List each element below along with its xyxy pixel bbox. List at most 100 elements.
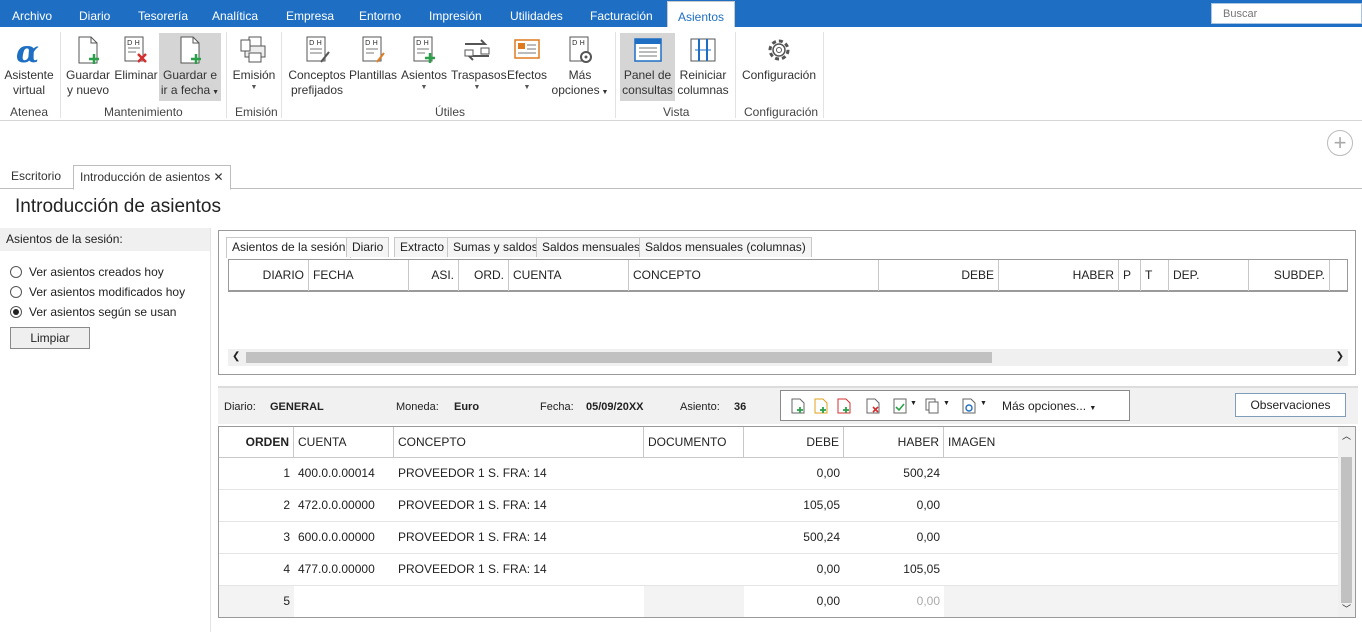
guardar-nuevo-button[interactable]: Guardar y nuevo: [66, 34, 110, 98]
col-debe[interactable]: DEBE: [744, 427, 844, 458]
append-line-icon[interactable]: [837, 398, 851, 414]
search-input[interactable]: [1211, 3, 1362, 24]
cell-documento[interactable]: [644, 458, 744, 490]
horizontal-scrollbar[interactable]: ❮ ❯: [228, 349, 1348, 366]
scrollbar-thumb[interactable]: [246, 352, 992, 363]
col-concepto[interactable]: CONCEPTO: [394, 427, 644, 458]
cell-haber[interactable]: 500,24: [844, 458, 944, 490]
col-diario[interactable]: DIARIO: [229, 260, 309, 291]
col-haber[interactable]: HABER: [999, 260, 1119, 291]
cell-cuenta[interactable]: 477.0.0.00000: [294, 554, 394, 586]
col-haber[interactable]: HABER: [844, 427, 944, 458]
chevron-up-icon[interactable]: ︿: [1342, 429, 1351, 442]
tab-introduccion[interactable]: Introducción de asientos ✕: [73, 165, 231, 190]
col-debe[interactable]: DEBE: [879, 260, 999, 291]
check-lines-icon[interactable]: [893, 398, 907, 414]
table-row-new[interactable]: 5 0,00 0,00: [219, 586, 1340, 617]
conceptos-prefijados-button[interactable]: D H Conceptos prefijados: [287, 34, 347, 98]
reiniciar-columnas-button[interactable]: Reiniciar columnas: [677, 34, 729, 98]
table-row[interactable]: 1 400.0.0.00014 PROVEEDOR 1 S. FRA: 14 0…: [219, 458, 1340, 490]
asientos-button[interactable]: D H Asientos ▼: [400, 34, 448, 92]
menu-tesoreria[interactable]: Tesorería: [138, 0, 188, 27]
table-row[interactable]: 3 600.0.0.00000 PROVEEDOR 1 S. FRA: 14 5…: [219, 522, 1340, 554]
cell-documento[interactable]: [644, 586, 744, 617]
col-t[interactable]: T: [1141, 260, 1169, 291]
close-icon[interactable]: ✕: [213, 170, 223, 184]
subtab-sumas-saldos[interactable]: Sumas y saldos: [447, 237, 544, 257]
cell-documento[interactable]: [644, 490, 744, 522]
col-cuenta[interactable]: CUENTA: [509, 260, 629, 291]
menu-empresa[interactable]: Empresa: [286, 0, 334, 27]
limpiar-button[interactable]: Limpiar: [10, 327, 90, 349]
chevron-right-icon[interactable]: ❯: [1336, 349, 1344, 365]
col-cuenta[interactable]: CUENTA: [294, 427, 394, 458]
radio-circle[interactable]: [10, 286, 22, 298]
radio-creados-hoy[interactable]: Ver asientos creados hoy: [10, 265, 164, 279]
emision-button[interactable]: Emisión ▼: [232, 34, 276, 92]
subtab-asientos-sesion[interactable]: Asientos de la sesión: [226, 237, 352, 258]
subtab-extracto[interactable]: Extracto: [394, 237, 451, 257]
vertical-scrollbar[interactable]: ︿ ﹀: [1338, 427, 1355, 617]
subtab-diario[interactable]: Diario: [346, 237, 390, 257]
radio-circle-selected[interactable]: [10, 306, 22, 318]
col-orden[interactable]: ORDEN: [219, 427, 294, 458]
col-documento[interactable]: DOCUMENTO: [644, 427, 744, 458]
chevron-down-icon[interactable]: ▼: [980, 400, 987, 407]
cell-haber[interactable]: 0,00: [844, 586, 944, 617]
cell-debe[interactable]: 105,05: [744, 490, 844, 522]
cell-cuenta[interactable]: 472.0.0.00000: [294, 490, 394, 522]
menu-archivo[interactable]: Archivo: [12, 0, 52, 27]
col-subdep[interactable]: SUBDEP.: [1249, 260, 1330, 291]
menu-diario[interactable]: Diario: [79, 0, 110, 27]
table-row[interactable]: 4 477.0.0.00000 PROVEEDOR 1 S. FRA: 14 0…: [219, 554, 1340, 586]
asistente-virtual-button[interactable]: α Asistente virtual: [4, 34, 54, 98]
table-row[interactable]: 2 472.0.0.00000 PROVEEDOR 1 S. FRA: 14 1…: [219, 490, 1340, 522]
mas-opciones-button[interactable]: D H Más opciones ▼: [551, 34, 609, 100]
radio-segun-se-usan[interactable]: Ver asientos según se usan: [10, 305, 176, 319]
cell-documento[interactable]: [644, 554, 744, 586]
menu-entorno[interactable]: Entorno: [359, 0, 401, 27]
col-dep[interactable]: DEP.: [1169, 260, 1249, 291]
panel-consultas-button[interactable]: Panel de consultas: [620, 33, 675, 101]
chevron-down-icon[interactable]: ﹀: [1342, 602, 1351, 615]
configuracion-button[interactable]: Configuración: [740, 34, 818, 83]
chevron-left-icon[interactable]: ❮: [232, 349, 240, 365]
radio-modificados-hoy[interactable]: Ver asientos modificados hoy: [10, 285, 185, 299]
cell-concepto[interactable]: PROVEEDOR 1 S. FRA: 14: [394, 522, 644, 554]
cell-debe[interactable]: 0,00: [744, 458, 844, 490]
copy-lines-icon[interactable]: [925, 398, 939, 414]
plantillas-button[interactable]: D H Plantillas: [349, 34, 397, 83]
subtab-saldos-mensuales[interactable]: Saldos mensuales: [536, 237, 647, 257]
add-line-icon[interactable]: [814, 398, 828, 414]
chevron-down-icon[interactable]: ▼: [910, 400, 917, 407]
efectos-button[interactable]: Efectos ▼: [506, 34, 548, 92]
traspasos-button[interactable]: Traspasos ▼: [451, 34, 507, 92]
scrollbar-thumb[interactable]: [1341, 457, 1352, 603]
cell-debe[interactable]: 500,24: [744, 522, 844, 554]
observaciones-button[interactable]: Observaciones: [1235, 393, 1346, 417]
menu-utilidades[interactable]: Utilidades: [510, 0, 563, 27]
menu-facturacion[interactable]: Facturación: [590, 0, 653, 27]
cell-cuenta[interactable]: 400.0.0.00014: [294, 458, 394, 490]
guardar-fecha-button[interactable]: Guardar e ir a fecha ▼: [159, 33, 221, 101]
mas-opciones-dropdown[interactable]: Más opciones... ▼: [1002, 399, 1096, 413]
insert-line-icon[interactable]: [791, 398, 805, 414]
menu-impresion[interactable]: Impresión: [429, 0, 482, 27]
tab-escritorio[interactable]: Escritorio: [5, 165, 67, 189]
delete-line-icon[interactable]: [866, 398, 880, 414]
cell-concepto[interactable]: PROVEEDOR 1 S. FRA: 14: [394, 458, 644, 490]
col-concepto[interactable]: CONCEPTO: [629, 260, 879, 291]
cell-cuenta[interactable]: 600.0.0.00000: [294, 522, 394, 554]
add-tab-button[interactable]: +: [1327, 130, 1353, 156]
cell-debe[interactable]: 0,00: [744, 586, 844, 617]
subtab-saldos-mensuales-columnas[interactable]: Saldos mensuales (columnas): [639, 237, 812, 257]
cell-concepto[interactable]: PROVEEDOR 1 S. FRA: 14: [394, 554, 644, 586]
col-ord[interactable]: ORD.: [459, 260, 509, 291]
cell-documento[interactable]: [644, 522, 744, 554]
col-p[interactable]: P: [1119, 260, 1141, 291]
cell-haber[interactable]: 105,05: [844, 554, 944, 586]
menu-analitica[interactable]: Analítica: [212, 0, 258, 27]
attach-document-icon[interactable]: [962, 398, 976, 414]
radio-circle[interactable]: [10, 266, 22, 278]
cell-cuenta[interactable]: [294, 586, 394, 617]
